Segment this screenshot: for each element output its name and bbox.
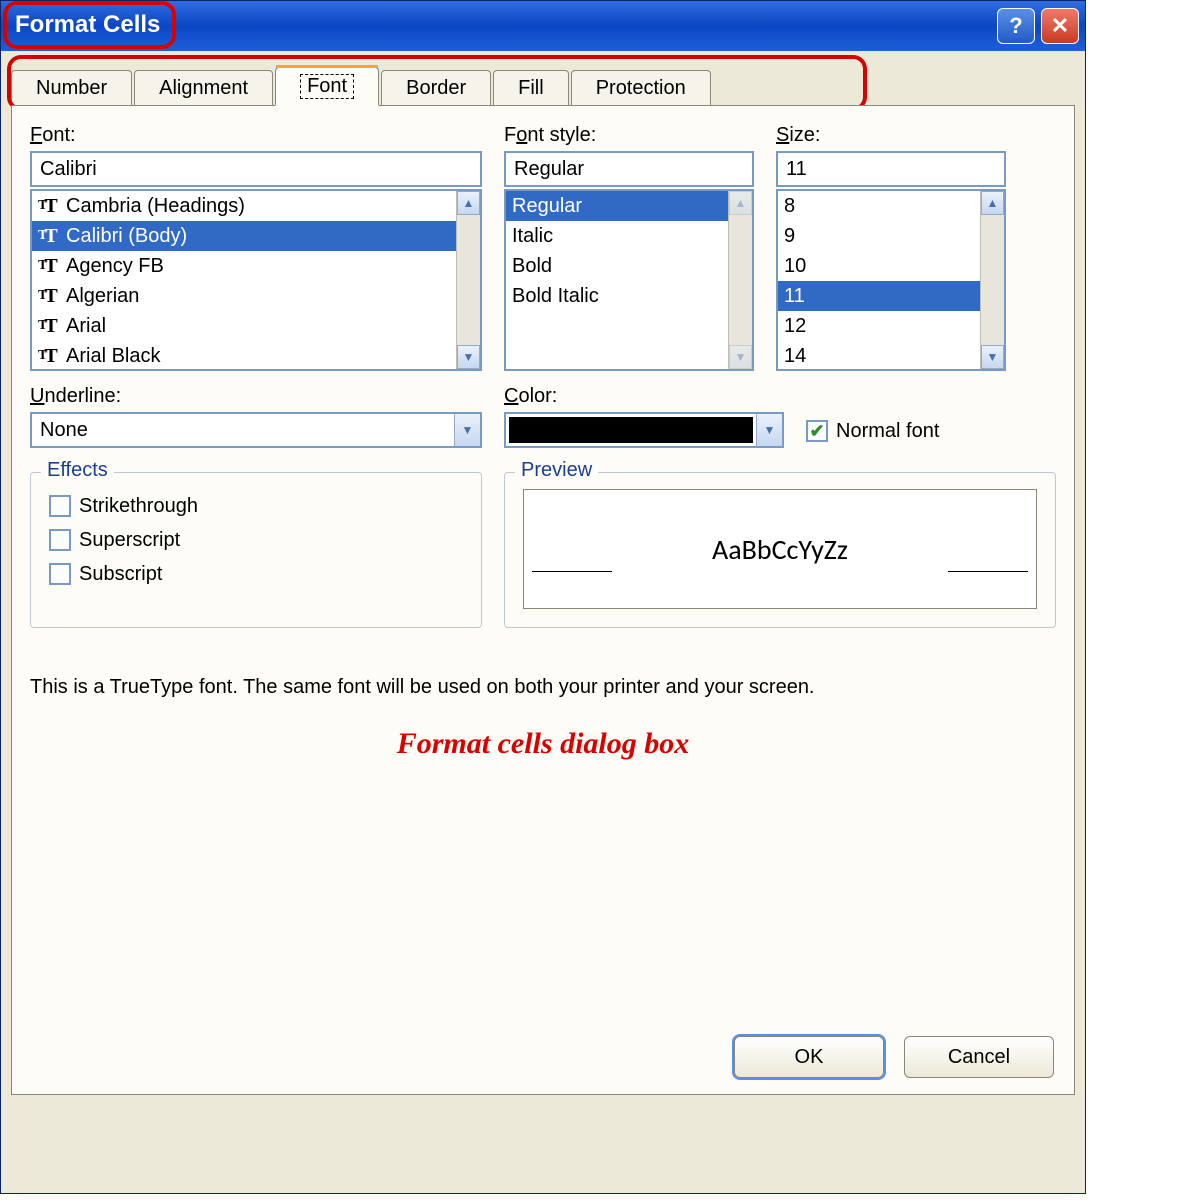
preview-box: AaBbCcYyZz	[523, 489, 1037, 609]
checkbox-icon	[49, 529, 71, 551]
style-item[interactable]: Regular	[506, 191, 728, 221]
font-item[interactable]: Agency FB	[32, 251, 456, 281]
help-button[interactable]: ?	[997, 8, 1035, 44]
preview-sample: AaBbCcYyZz	[712, 532, 848, 567]
cancel-button[interactable]: Cancel	[904, 1036, 1054, 1078]
superscript-checkbox[interactable]: Superscript	[49, 523, 463, 557]
font-label: Font:	[30, 124, 482, 147]
titlebar: Format Cells ? ✕	[1, 1, 1085, 51]
font-item[interactable]: Arial	[32, 311, 456, 341]
truetype-icon	[38, 225, 60, 248]
check-icon: ✔	[806, 420, 828, 442]
tab-alignment[interactable]: Alignment	[134, 70, 273, 106]
underline-combo[interactable]: None ▼	[30, 412, 482, 448]
font-item[interactable]: Algerian	[32, 281, 456, 311]
truetype-icon	[38, 285, 60, 308]
size-label: Size:	[776, 124, 1006, 147]
font-style-label: Font style:	[504, 124, 754, 147]
scroll-down-icon[interactable]: ▼	[981, 345, 1004, 369]
font-item[interactable]: Calibri (Body)	[32, 221, 456, 251]
style-item[interactable]: Bold Italic	[506, 281, 728, 311]
font-style-list[interactable]: Regular Italic Bold Bold Italic ▲ ▼	[504, 189, 754, 371]
font-item[interactable]: Cambria (Headings)	[32, 191, 456, 221]
truetype-icon	[38, 315, 60, 338]
color-swatch	[509, 417, 753, 443]
tab-fill[interactable]: Fill	[493, 70, 569, 106]
tabstrip: Number Alignment Font Border Fill Protec…	[11, 61, 1075, 105]
font-description: This is a TrueType font. The same font w…	[30, 674, 1056, 701]
format-cells-dialog: Format Cells ? ✕ Number Alignment Font B…	[0, 0, 1086, 1194]
truetype-icon	[38, 195, 60, 218]
scroll-up-icon[interactable]: ▲	[981, 191, 1004, 215]
size-item[interactable]: 12	[778, 311, 980, 341]
size-item[interactable]: 8	[778, 191, 980, 221]
style-item[interactable]: Bold	[506, 251, 728, 281]
size-input[interactable]: 11	[776, 151, 1006, 187]
tab-panel: Font: Calibri Cambria (Headings) Calibri…	[11, 105, 1075, 1095]
underline-label: Underline:	[30, 385, 482, 408]
font-item[interactable]: Arial Black	[32, 341, 456, 369]
font-input[interactable]: Calibri	[30, 151, 482, 187]
size-item[interactable]: 10	[778, 251, 980, 281]
scroll-up-icon: ▲	[729, 191, 752, 215]
scroll-down-icon: ▼	[729, 345, 752, 369]
scroll-up-icon[interactable]: ▲	[457, 191, 480, 215]
checkbox-icon	[49, 563, 71, 585]
title-highlight: Format Cells	[3, 1, 176, 49]
font-style-input[interactable]: Regular	[504, 151, 754, 187]
close-button[interactable]: ✕	[1041, 8, 1079, 44]
size-item[interactable]: 14	[778, 341, 980, 369]
size-item[interactable]: 9	[778, 221, 980, 251]
normal-font-checkbox[interactable]: ✔ Normal font	[806, 414, 939, 448]
color-combo[interactable]: ▼	[504, 412, 784, 448]
tab-number[interactable]: Number	[11, 70, 132, 106]
scrollbar[interactable]: ▲ ▼	[728, 191, 752, 369]
size-item[interactable]: 11	[778, 281, 980, 311]
tab-border[interactable]: Border	[381, 70, 491, 106]
size-list[interactable]: 8 9 10 11 12 14 ▲ ▼	[776, 189, 1006, 371]
preview-group: Preview AaBbCcYyZz	[504, 472, 1056, 628]
subscript-checkbox[interactable]: Subscript	[49, 557, 463, 591]
scrollbar[interactable]: ▲ ▼	[980, 191, 1004, 369]
font-list[interactable]: Cambria (Headings) Calibri (Body) Agency…	[30, 189, 482, 371]
checkbox-icon	[49, 495, 71, 517]
window-title: Format Cells	[15, 11, 160, 39]
chevron-down-icon[interactable]: ▼	[756, 414, 782, 446]
preview-legend: Preview	[515, 459, 598, 482]
truetype-icon	[38, 345, 60, 368]
color-label: Color:	[504, 385, 784, 408]
chevron-down-icon[interactable]: ▼	[454, 414, 480, 446]
style-item[interactable]: Italic	[506, 221, 728, 251]
truetype-icon	[38, 255, 60, 278]
ok-button[interactable]: OK	[734, 1036, 884, 1078]
strikethrough-checkbox[interactable]: Strikethrough	[49, 489, 463, 523]
tab-font[interactable]: Font	[275, 67, 379, 106]
annotation-caption: Format cells dialog box	[30, 727, 1056, 761]
effects-legend: Effects	[41, 459, 114, 482]
effects-group: Effects Strikethrough Superscript Subscr…	[30, 472, 482, 628]
tab-protection[interactable]: Protection	[571, 70, 711, 106]
scrollbar[interactable]: ▲ ▼	[456, 191, 480, 369]
scroll-down-icon[interactable]: ▼	[457, 345, 480, 369]
